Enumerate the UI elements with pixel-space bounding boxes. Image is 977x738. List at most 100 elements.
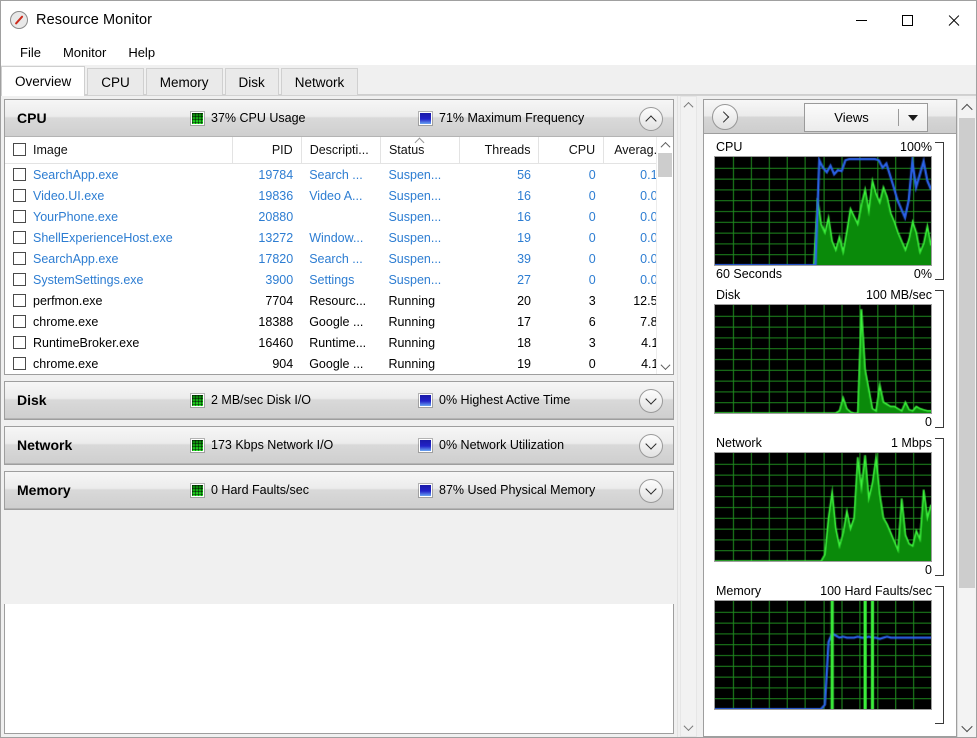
column-header-status[interactable]: Status xyxy=(380,137,461,164)
tab-memory[interactable]: Memory xyxy=(145,68,223,95)
column-header-description[interactable]: Descripti... xyxy=(301,137,381,164)
disk-graph-bottom-labels: 0 xyxy=(714,414,946,431)
disk-active-stat: 0% Highest Active Time xyxy=(419,393,570,407)
table-row[interactable]: SystemSettings.exe 3900 Settings Suspen... 2… xyxy=(5,269,673,290)
cell-image: chrome.exe xyxy=(5,311,232,332)
row-checkbox[interactable] xyxy=(13,356,26,370)
cpu-section-header[interactable]: CPU 37% CPU Usage 71% Maximum Frequency xyxy=(5,100,673,137)
scroll-down-icon[interactable] xyxy=(958,719,976,737)
menu-item-file[interactable]: File xyxy=(9,42,52,63)
menu-item-help[interactable]: Help xyxy=(117,42,166,63)
table-row[interactable]: RuntimeBroker.exe 16460 Runtime... Running 1… xyxy=(5,332,673,353)
chevron-down-icon[interactable] xyxy=(639,479,663,503)
close-button[interactable] xyxy=(930,1,976,39)
process-list-scrollbar[interactable] xyxy=(656,137,673,374)
row-checkbox[interactable] xyxy=(13,188,26,202)
table-row[interactable]: SearchApp.exe 19784 Search ... Suspen... 56 0… xyxy=(5,164,673,186)
row-checkbox[interactable] xyxy=(13,167,26,181)
scroll-thumb[interactable] xyxy=(959,118,975,588)
chevron-down-icon[interactable] xyxy=(639,389,663,413)
cell-image: SearchApp.exe xyxy=(5,164,232,186)
memory-graph-block: Memory 100 Hard Faults/sec xyxy=(714,583,946,724)
cell-description: Window... xyxy=(309,230,364,245)
table-row[interactable]: perfmon.exe 7704 Resourc... Running 20 3 12.54 xyxy=(5,290,673,311)
cpu-graph-wrap xyxy=(714,142,946,280)
green-swatch-icon xyxy=(191,483,204,497)
cpu-section-title: CPU xyxy=(17,110,47,126)
network-section-header[interactable]: Network 173 Kbps Network I/O 0% Network … xyxy=(5,427,673,464)
chevron-up-icon[interactable] xyxy=(639,107,663,131)
row-checkbox[interactable] xyxy=(13,251,26,265)
tab-network[interactable]: Network xyxy=(280,68,359,95)
row-checkbox[interactable] xyxy=(13,314,26,328)
tab-cpu[interactable]: CPU xyxy=(87,68,144,95)
network-graph-canvas xyxy=(714,452,932,562)
blue-swatch-icon xyxy=(419,438,432,452)
scroll-track[interactable] xyxy=(657,153,673,358)
tab-overview[interactable]: Overview xyxy=(1,66,86,96)
cell-threads: 56 xyxy=(517,167,531,182)
row-checkbox[interactable] xyxy=(13,230,26,244)
cell-threads: 16 xyxy=(517,209,531,224)
memory-section-header[interactable]: Memory 0 Hard Faults/sec 87% Used Physic… xyxy=(5,472,673,509)
row-checkbox[interactable] xyxy=(13,335,26,349)
scroll-down-icon[interactable] xyxy=(681,719,696,736)
disk-graph-max-label: 100 MB/sec xyxy=(865,288,932,302)
cell-description: Settings xyxy=(309,272,355,287)
scroll-thumb[interactable] xyxy=(658,153,672,177)
views-button[interactable]: Views xyxy=(804,103,928,132)
cell-cpu: 0 xyxy=(588,230,596,245)
memory-hardfaults-stat: 0 Hard Faults/sec xyxy=(191,483,309,497)
table-row[interactable]: chrome.exe 18388 Google ... Running 17 6 7.83 xyxy=(5,311,673,332)
table-row[interactable]: SearchApp.exe 17820 Search ... Suspen... 39 0… xyxy=(5,248,673,269)
scroll-up-icon[interactable] xyxy=(657,137,673,153)
table-row[interactable]: ShellExperienceHost.exe 13272 Window... Sus… xyxy=(5,227,673,248)
cell-cpu: 6 xyxy=(588,314,596,329)
table-row[interactable]: Video.UI.exe 19836 Video A... Suspen... 16 0 0… xyxy=(5,185,673,206)
cell-pid: 20880 xyxy=(258,209,294,224)
row-checkbox[interactable] xyxy=(13,272,26,286)
graph-panel-scrollbar[interactable] xyxy=(957,99,976,737)
chevron-down-icon[interactable] xyxy=(639,434,663,458)
cell-threads: 19 xyxy=(517,356,531,371)
chevron-right-icon[interactable] xyxy=(712,103,738,130)
graph-panel: Views CPU 100% 60 Seconds 0% Disk 100 MB… xyxy=(700,96,976,737)
disk-section: Disk 2 MB/sec Disk I/O 0% Highest Active… xyxy=(4,381,674,420)
column-header-image[interactable]: Image xyxy=(5,137,233,164)
network-section-title: Network xyxy=(17,437,73,453)
tab-disk[interactable]: Disk xyxy=(224,68,279,95)
left-panel-scrollbar[interactable] xyxy=(677,96,700,737)
scroll-up-icon[interactable] xyxy=(681,97,696,114)
blue-swatch-icon xyxy=(419,393,432,407)
maximize-button[interactable] xyxy=(884,1,930,39)
column-header-cpu[interactable]: CPU xyxy=(538,137,605,164)
cell-pid: 19784 xyxy=(258,167,294,182)
column-header-threads[interactable]: Threads xyxy=(459,137,540,164)
cell-pid: 18388 xyxy=(258,314,294,329)
row-checkbox[interactable] xyxy=(13,209,26,223)
views-button-label: Views xyxy=(834,110,869,125)
left-panel-scroll-track[interactable] xyxy=(680,96,697,737)
disk-graph-canvas xyxy=(714,304,932,414)
scroll-up-icon[interactable] xyxy=(958,99,976,117)
menu-item-monitor[interactable]: Monitor xyxy=(52,42,117,63)
cell-status: Running xyxy=(388,293,436,308)
cell-threads: 20 xyxy=(517,293,531,308)
graph-panel-inner: Views CPU 100% 60 Seconds 0% Disk 100 MB… xyxy=(703,99,957,737)
disk-graph-top-labels: Disk 100 MB/sec xyxy=(714,287,946,304)
disk-graph-title: Disk xyxy=(716,288,741,302)
column-header-pid[interactable]: PID xyxy=(232,137,302,164)
cell-description: Video A... xyxy=(309,188,363,203)
row-checkbox[interactable] xyxy=(13,293,26,307)
disk-section-header[interactable]: Disk 2 MB/sec Disk I/O 0% Highest Active… xyxy=(5,382,673,419)
minimize-button[interactable] xyxy=(838,1,884,39)
table-row[interactable]: YourPhone.exe 20880 Suspen... 16 0 0.00 xyxy=(5,206,673,227)
cpu-graph-block: CPU 100% 60 Seconds 0% xyxy=(714,139,946,283)
process-table-body: SearchApp.exe 19784 Search ... Suspen... 56 0… xyxy=(5,164,673,375)
select-all-checkbox[interactable] xyxy=(13,143,26,156)
table-row[interactable]: chrome.exe 904 Google ... Running 19 0 4.11 xyxy=(5,353,673,374)
cell-image: Video.UI.exe xyxy=(5,185,232,206)
cell-pid: 904 xyxy=(272,356,294,371)
scroll-down-icon[interactable] xyxy=(657,358,673,374)
cell-status: Suspen... xyxy=(388,188,442,203)
